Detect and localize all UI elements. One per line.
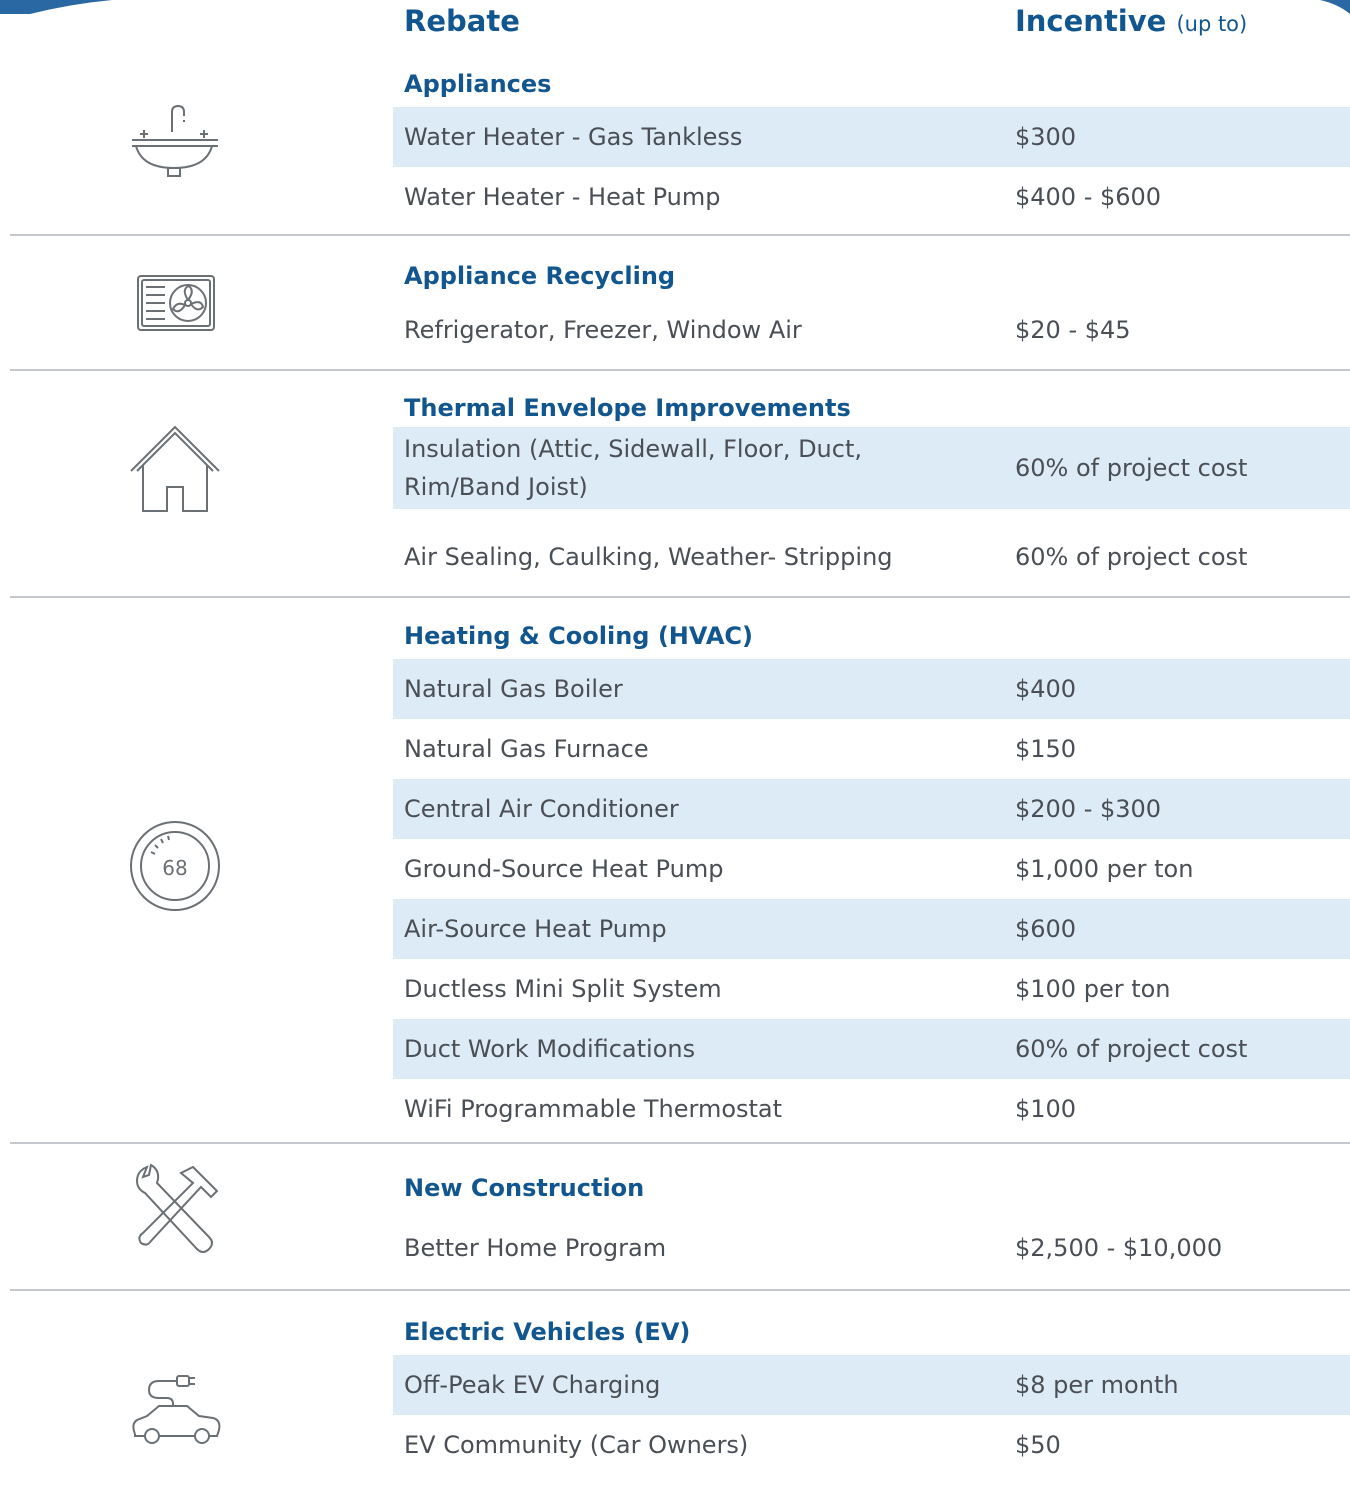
rebate-name: Water Heater - Gas Tankless bbox=[404, 123, 743, 151]
list-item: Central Air Conditioner $200 - $300 bbox=[393, 779, 1350, 839]
rebate-name: Air Sealing, Caulking, Weather- Strippin… bbox=[404, 543, 893, 571]
list-item: Ground-Source Heat Pump $1,000 per ton bbox=[393, 839, 1350, 899]
table-header: Rebate Incentive (up to) bbox=[0, 0, 1350, 52]
incentive-value: $1,000 per ton bbox=[1015, 855, 1194, 883]
sink-icon bbox=[130, 104, 220, 180]
thermostat-reading: 68 bbox=[162, 856, 187, 880]
incentive-value: $100 per ton bbox=[1015, 975, 1171, 1003]
rebate-column-header: Rebate bbox=[404, 4, 520, 38]
rebate-name: WiFi Programmable Thermostat bbox=[404, 1095, 783, 1123]
rebate-name: Air-Source Heat Pump bbox=[404, 915, 667, 943]
incentive-value: $400 - $600 bbox=[1015, 183, 1162, 211]
section-divider bbox=[10, 234, 1350, 236]
incentive-value: $200 - $300 bbox=[1015, 795, 1162, 823]
list-item: Water Heater - Heat Pump $400 - $600 bbox=[393, 167, 1350, 227]
incentive-label: Incentive bbox=[1015, 4, 1167, 38]
incentive-value: 60% of project cost bbox=[1015, 454, 1248, 482]
rebate-name: Natural Gas Furnace bbox=[404, 735, 649, 763]
tools-icon bbox=[131, 1163, 223, 1257]
electric-car-icon bbox=[129, 1372, 223, 1450]
incentive-value: 60% of project cost bbox=[1015, 1035, 1248, 1063]
list-item: WiFi Programmable Thermostat $100 bbox=[393, 1079, 1350, 1139]
list-item: Better Home Program $2,500 - $10,000 bbox=[393, 1218, 1350, 1278]
rebate-name: Water Heater - Heat Pump bbox=[404, 183, 721, 211]
section-divider bbox=[10, 369, 1350, 371]
rebate-name: Better Home Program bbox=[404, 1234, 667, 1262]
rebate-name: Natural Gas Boiler bbox=[404, 675, 623, 703]
rebate-name: Insulation (Attic, Sidewall, Floor, Duct… bbox=[404, 435, 863, 501]
incentive-value: 60% of project cost bbox=[1015, 543, 1248, 571]
list-item: Air-Source Heat Pump $600 bbox=[393, 899, 1350, 959]
incentive-value: $600 bbox=[1015, 915, 1077, 943]
incentive-value: $300 bbox=[1015, 123, 1077, 151]
list-item: Off-Peak EV Charging $8 per month bbox=[393, 1355, 1350, 1415]
section-title: Thermal Envelope Improvements bbox=[404, 394, 851, 422]
list-item: Natural Gas Furnace $150 bbox=[393, 719, 1350, 779]
incentive-value: $2,500 - $10,000 bbox=[1015, 1234, 1223, 1262]
section-title: Heating & Cooling (HVAC) bbox=[404, 622, 753, 650]
section-title: Appliances bbox=[404, 70, 552, 98]
list-item: Ductless Mini Split System $100 per ton bbox=[393, 959, 1350, 1019]
incentive-value: $400 bbox=[1015, 675, 1077, 703]
section-divider bbox=[10, 1142, 1350, 1144]
rebate-name: Ground-Source Heat Pump bbox=[404, 855, 724, 883]
section-title: Electric Vehicles (EV) bbox=[404, 1318, 691, 1346]
thermostat-icon: 68 bbox=[129, 820, 221, 912]
incentive-value: $150 bbox=[1015, 735, 1077, 763]
section-title: New Construction bbox=[404, 1174, 645, 1202]
rebate-name: Ductless Mini Split System bbox=[404, 975, 722, 1003]
list-item: Refrigerator, Freezer, Window Air $20 - … bbox=[393, 300, 1350, 360]
list-item: Natural Gas Boiler $400 bbox=[393, 659, 1350, 719]
incentive-value: $8 per month bbox=[1015, 1371, 1179, 1399]
section-divider bbox=[10, 596, 1350, 598]
incentive-value: $100 bbox=[1015, 1095, 1077, 1123]
rebate-name: EV Community (Car Owners) bbox=[404, 1431, 749, 1459]
incentive-value: $50 bbox=[1015, 1431, 1061, 1459]
section-title: Appliance Recycling bbox=[404, 262, 676, 290]
house-icon bbox=[129, 425, 221, 515]
section-divider bbox=[10, 1289, 1350, 1291]
incentive-value: $20 - $45 bbox=[1015, 316, 1131, 344]
rebate-name: Off-Peak EV Charging bbox=[404, 1371, 661, 1399]
list-item: Duct Work Modifications 60% of project c… bbox=[393, 1019, 1350, 1079]
air-conditioner-unit-icon bbox=[137, 275, 215, 331]
rebate-name: Central Air Conditioner bbox=[404, 795, 679, 823]
list-item: Air Sealing, Caulking, Weather- Strippin… bbox=[393, 527, 1350, 587]
list-item: Insulation (Attic, Sidewall, Floor, Duct… bbox=[393, 427, 1350, 509]
incentive-column-header: Incentive (up to) bbox=[1015, 4, 1247, 38]
rebate-name: Refrigerator, Freezer, Window Air bbox=[404, 316, 802, 344]
list-item: Water Heater - Gas Tankless $300 bbox=[393, 107, 1350, 167]
rebate-name: Duct Work Modifications bbox=[404, 1035, 696, 1063]
incentive-up-to-note: (up to) bbox=[1176, 12, 1248, 36]
list-item: EV Community (Car Owners) $50 bbox=[393, 1415, 1350, 1475]
